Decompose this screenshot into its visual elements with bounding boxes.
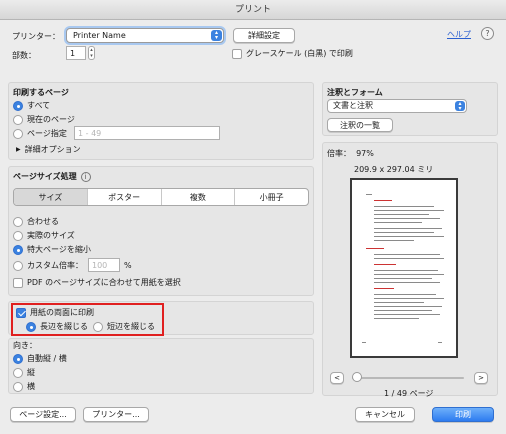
- radio-landscape[interactable]: [13, 381, 23, 392]
- custom-scale-input[interactable]: 100: [88, 258, 120, 272]
- sizing-option-fit-label: 合わせる: [27, 217, 59, 226]
- copies-stepper[interactable]: ▴ ▾: [88, 46, 95, 60]
- grayscale-option[interactable]: グレースケール (白黒) で印刷: [232, 48, 353, 59]
- sizing-option-shrink-label: 特大ページを縮小: [27, 245, 91, 254]
- radio-actual[interactable]: [13, 230, 23, 241]
- tab-booklet[interactable]: 小冊子: [235, 189, 308, 205]
- orientation-landscape-label: 横: [27, 382, 35, 391]
- comments-select-value: 文書と注釈: [333, 101, 373, 110]
- sizing-heading: ページサイズ処理: [13, 172, 77, 181]
- grayscale-checkbox[interactable]: [232, 48, 242, 59]
- tab-multiple[interactable]: 複数: [162, 189, 236, 205]
- page-range-input[interactable]: 1 - 49: [74, 126, 220, 140]
- orientation-auto-label: 自動縦 / 横: [27, 354, 67, 363]
- window-title: プリント: [0, 0, 506, 20]
- radio-portrait[interactable]: [13, 367, 23, 378]
- pages-option-range-label: ページ指定: [27, 129, 67, 138]
- help-link[interactable]: ヘルプ: [447, 29, 471, 40]
- pages-heading: 印刷するページ: [13, 88, 69, 97]
- copies-input[interactable]: 1: [66, 46, 86, 60]
- printer-button[interactable]: プリンター...: [83, 407, 149, 422]
- comments-heading: 注釈とフォーム: [327, 88, 383, 97]
- sizing-option-custom-label: カスタム倍率：: [27, 261, 83, 270]
- select-arrows-icon: ▴ ▾: [211, 30, 222, 41]
- short-edge-label: 短辺を綴じる: [107, 322, 155, 331]
- radio-shrink[interactable]: [13, 244, 23, 255]
- page-slider-thumb[interactable]: [352, 372, 362, 382]
- cancel-button[interactable]: キャンセル: [355, 407, 415, 422]
- sizing-tabs: サイズ ポスター 複数 小冊子: [13, 188, 309, 206]
- pdf-paper-label: PDF のページサイズに合わせて用紙を選択: [27, 278, 181, 287]
- duplex-label: 用紙の両面に印刷: [30, 308, 94, 317]
- comments-summary-button[interactable]: 注釈の一覧: [327, 118, 393, 132]
- radio-range[interactable]: [13, 128, 23, 139]
- orientation-auto[interactable]: 自動縦 / 横: [13, 353, 67, 364]
- radio-all[interactable]: [13, 100, 23, 111]
- comments-select[interactable]: 文書と注釈 ▴ ▾: [327, 99, 467, 113]
- detail-settings-button[interactable]: 詳細設定: [233, 28, 295, 43]
- radio-custom[interactable]: [13, 260, 23, 271]
- next-page-button[interactable]: >: [474, 372, 488, 384]
- copies-label: 部数：: [12, 51, 36, 60]
- zoom-label: 倍率： 97%: [327, 149, 374, 158]
- grayscale-label: グレースケール (白黒) で印刷: [246, 49, 353, 58]
- radio-current[interactable]: [13, 114, 23, 125]
- radio-long-edge[interactable]: [26, 321, 36, 332]
- printer-label: プリンター：: [12, 32, 60, 41]
- percent-label: %: [124, 261, 132, 270]
- orientation-panel: [8, 338, 314, 394]
- pdf-paper-option[interactable]: PDF のページサイズに合わせて用紙を選択: [13, 277, 181, 288]
- orientation-landscape[interactable]: 横: [13, 381, 35, 392]
- print-button[interactable]: 印刷: [432, 407, 494, 422]
- page-setup-button[interactable]: ページ設定...: [10, 407, 76, 422]
- pdf-paper-checkbox[interactable]: [13, 277, 23, 288]
- pages-option-current[interactable]: 現在のページ: [13, 114, 75, 125]
- pages-option-all[interactable]: すべて: [13, 100, 50, 111]
- help-icon[interactable]: ?: [481, 27, 494, 40]
- more-options-label: 詳細オプション: [24, 145, 81, 154]
- sizing-option-shrink[interactable]: 特大ページを縮小: [13, 244, 91, 255]
- sizing-option-fit[interactable]: 合わせる: [13, 216, 59, 227]
- radio-fit[interactable]: [13, 216, 23, 227]
- orientation-heading: 向き：: [13, 341, 37, 350]
- more-options-toggle[interactable]: ▶ 詳細オプション: [16, 144, 81, 155]
- page-indicator: 1 / 49 ページ: [384, 389, 434, 398]
- tab-poster[interactable]: ポスター: [88, 189, 162, 205]
- duplex-checkbox[interactable]: [16, 307, 26, 318]
- duplex-option[interactable]: 用紙の両面に印刷: [16, 307, 94, 318]
- paper-dimensions: 209.9 x 297.04 ミリ: [354, 165, 434, 174]
- radio-short-edge[interactable]: [93, 321, 103, 332]
- long-edge-label: 長辺を綴じる: [40, 322, 88, 331]
- radio-auto[interactable]: [13, 353, 23, 364]
- page-slider-track[interactable]: [352, 377, 464, 379]
- prev-page-button[interactable]: <: [330, 372, 344, 384]
- tab-size[interactable]: サイズ: [14, 189, 88, 205]
- printer-select[interactable]: Printer Name ▴ ▾: [66, 28, 224, 43]
- page-preview: [350, 178, 458, 358]
- orientation-portrait[interactable]: 縦: [13, 367, 35, 378]
- disclosure-triangle-icon[interactable]: ▶: [16, 146, 21, 153]
- orientation-portrait-label: 縦: [27, 368, 35, 377]
- sizing-option-actual[interactable]: 実際のサイズ: [13, 230, 75, 241]
- pages-option-current-label: 現在のページ: [27, 115, 75, 124]
- sizing-heading-row: ページサイズ処理 i: [13, 171, 91, 182]
- pages-option-all-label: すべて: [27, 101, 51, 110]
- sizing-option-custom[interactable]: カスタム倍率：: [13, 260, 83, 271]
- sizing-option-actual-label: 実際のサイズ: [27, 231, 75, 240]
- info-icon[interactable]: i: [80, 171, 91, 182]
- printer-select-value: Printer Name: [73, 31, 126, 40]
- pages-option-range[interactable]: ページ指定: [13, 128, 67, 139]
- duplex-short-edge[interactable]: 短辺を綴じる: [93, 321, 155, 332]
- comments-select-arrows-icon: ▴ ▾: [455, 101, 465, 112]
- duplex-long-edge[interactable]: 長辺を綴じる: [26, 321, 88, 332]
